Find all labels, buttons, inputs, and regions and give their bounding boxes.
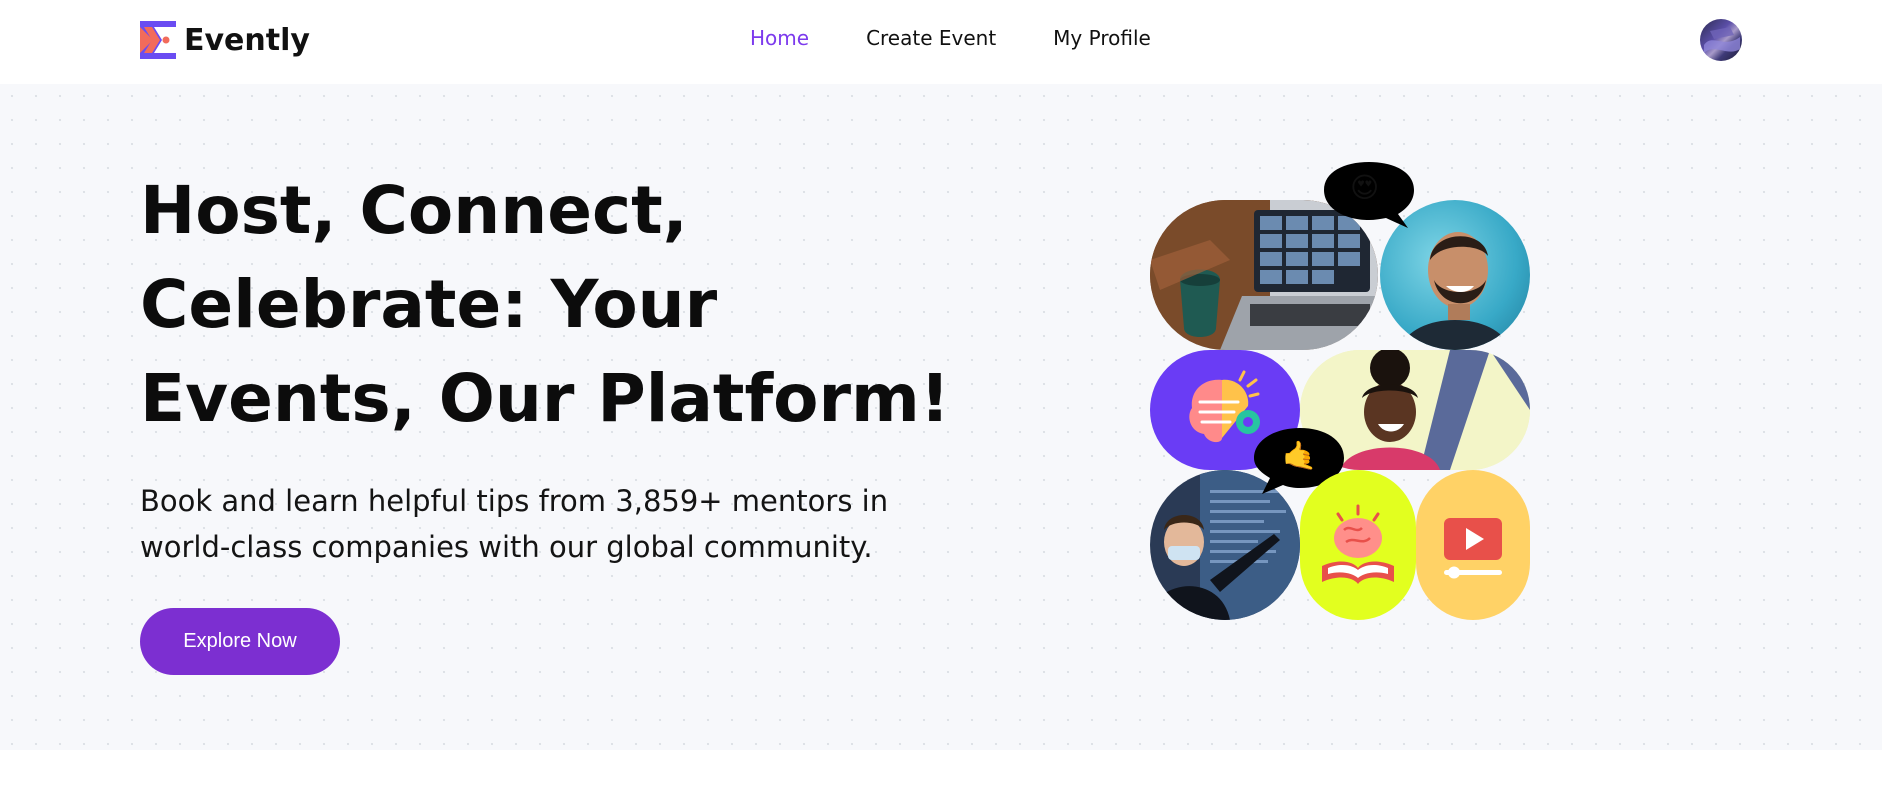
call-me-emoji: 🤙 [1282,439,1317,472]
heart-eyes-bubble: 😍 [1320,158,1418,230]
hero-subtitle-line: world-class companies with our global co… [140,530,873,564]
explore-now-button[interactable]: Explore Now [140,608,340,675]
nav-create-event[interactable]: Create Event [866,26,996,50]
brain-book-icon [1322,504,1394,584]
nav-my-profile[interactable]: My Profile [1053,26,1151,50]
hero-collage: 😍 🤙 [1148,158,1538,638]
hero-section: Host, Connect, Celebrate: Your Events, O… [0,84,1882,750]
main-nav: Home Create Event My Profile [750,26,1151,50]
logo[interactable]: Evently [140,20,310,60]
hero-subtitle: Book and learn helpful tips from 3,859+ … [140,478,960,570]
site-header: Evently Home Create Event My Profile [0,0,1882,84]
nav-home[interactable]: Home [750,26,809,50]
video-play-icon [1444,518,1502,579]
logo-text: Evently [184,22,310,58]
hero-title-line: Celebrate: Your [140,266,718,343]
hero-title: Host, Connect, Celebrate: Your Events, O… [140,164,980,446]
evently-logo-icon [140,21,176,59]
user-avatar[interactable] [1700,19,1742,61]
heart-eyes-emoji: 😍 [1350,171,1380,204]
hero-title-line: Host, Connect, [140,172,688,249]
video-play-tile [1416,470,1530,620]
hero-subtitle-line: Book and learn helpful tips from 3,859+ … [140,484,889,518]
brain-book-tile [1300,470,1416,620]
hero-title-line: Events, Our Platform! [140,360,950,437]
